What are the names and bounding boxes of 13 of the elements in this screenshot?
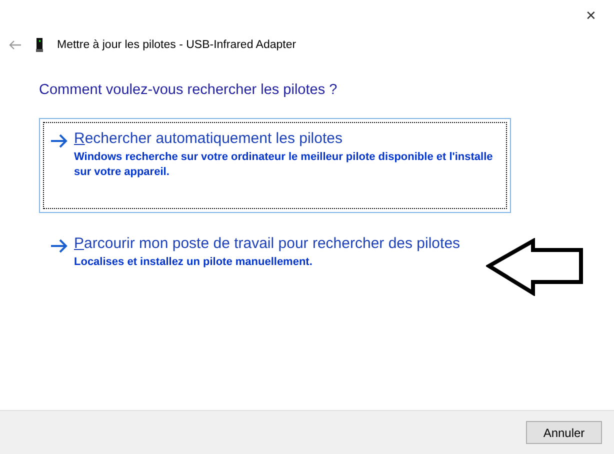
- cancel-button[interactable]: Annuler: [526, 421, 602, 444]
- question-heading: Comment voulez-vous rechercher les pilotes ?: [39, 82, 338, 98]
- device-icon: [36, 38, 43, 52]
- option-title: Rechercher automatiquement les pilotes: [74, 130, 344, 147]
- close-button[interactable]: ✕: [568, 0, 614, 30]
- arrow-icon: [50, 239, 68, 253]
- option-title: Parcourir mon poste de travail pour rechercher des pilotes: [74, 235, 460, 252]
- option-description: Localises et installez un pilote manuellement.: [74, 255, 314, 270]
- window-title: Mettre à jour les pilotes - USB-Infrared Adapter: [57, 39, 296, 51]
- driver-option[interactable]: Rechercher automatiquement les pilotes Windows recherche sur votre ordinateur le meilleur pilote disponible et l'installe sur votre appareil.: [39, 118, 511, 213]
- arrow-icon: [50, 134, 68, 148]
- back-arrow-icon[interactable]: [9, 40, 22, 50]
- option-description: Windows recherche sur votre ordinateur le meilleur pilote disponible et l'installe sur votre appareil.: [74, 150, 494, 180]
